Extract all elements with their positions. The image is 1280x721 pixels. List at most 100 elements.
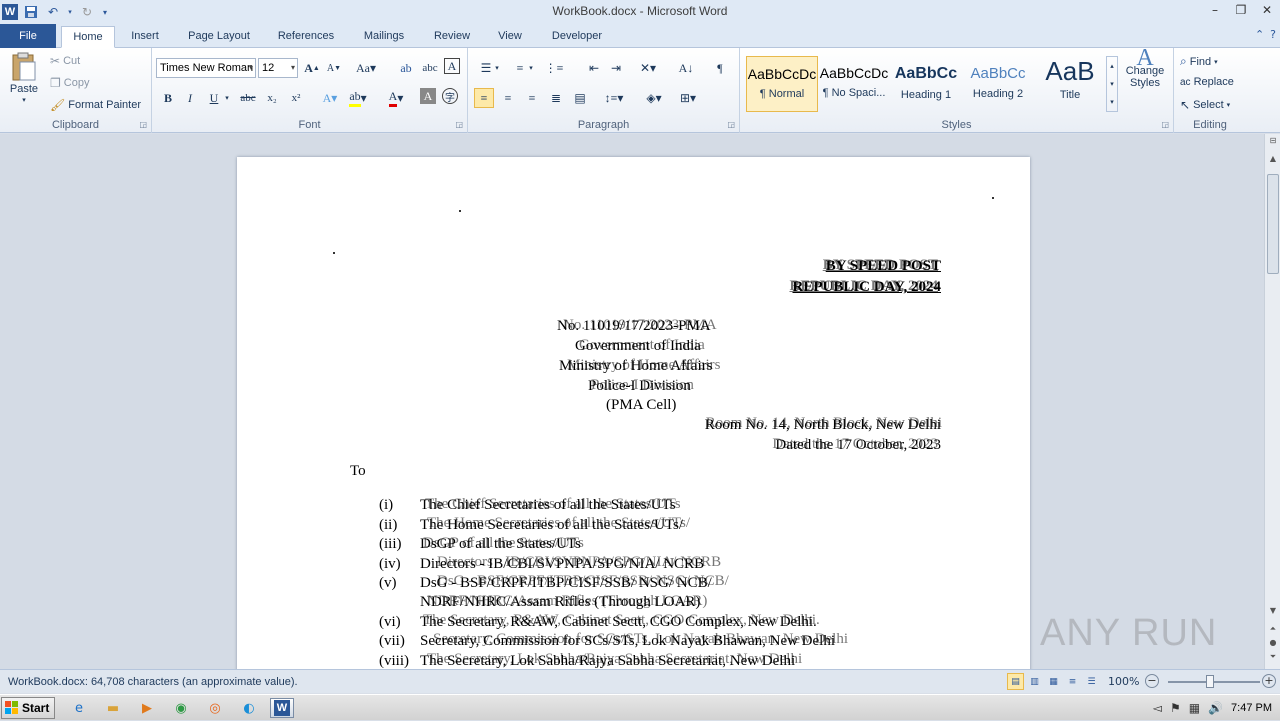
tab-developer[interactable]: Developer xyxy=(541,26,613,48)
tab-file[interactable]: File xyxy=(0,24,56,48)
tab-mailings[interactable]: Mailings xyxy=(352,26,416,48)
shrink-font-icon[interactable]: A ▼ xyxy=(324,58,344,78)
redo-icon[interactable]: ↻ xyxy=(78,3,96,21)
format-painter-button[interactable]: 🖌 Format Painter xyxy=(50,98,141,112)
asian-layout-icon[interactable]: ✕▾ xyxy=(638,58,658,78)
outline-icon[interactable]: ≡ xyxy=(1064,673,1081,690)
line-spacing-icon[interactable]: ↕≡▾ xyxy=(604,88,624,108)
highlight-icon[interactable]: ab ▾ xyxy=(348,88,368,108)
tab-view[interactable]: View xyxy=(488,26,532,48)
styles-launcher-icon[interactable]: ◲ xyxy=(1161,120,1169,129)
tab-home[interactable]: Home xyxy=(61,26,115,48)
font-color-icon[interactable]: A ▾ xyxy=(386,88,406,108)
cut-button[interactable]: ✂ Cut xyxy=(50,54,80,68)
increase-indent-icon[interactable]: ⇥ xyxy=(606,58,626,78)
select-browse-object-icon[interactable]: ● xyxy=(1265,638,1280,652)
tab-review[interactable]: Review xyxy=(425,26,479,48)
justify-icon[interactable]: ≣ xyxy=(546,88,566,108)
zoom-slider-thumb[interactable] xyxy=(1206,675,1214,688)
font-size-combo[interactable]: 12 ▾ xyxy=(258,58,298,78)
enclose-characters-icon[interactable]: 字 xyxy=(442,88,458,104)
text-effects-icon[interactable]: A▾ xyxy=(320,88,340,108)
help-icon[interactable]: ? xyxy=(1270,28,1276,41)
start-button[interactable]: Start xyxy=(1,697,55,719)
volume-icon[interactable]: 🔊 xyxy=(1208,701,1223,715)
vertical-scrollbar[interactable]: ⊟ ▲ ▼ ⏶ ● ⏷ xyxy=(1264,134,1280,669)
style-heading-2[interactable]: AaBbCc Heading 2 xyxy=(962,56,1034,112)
taskbar-word[interactable]: W xyxy=(270,698,294,718)
paragraph-launcher-icon[interactable]: ◲ xyxy=(727,120,735,129)
bold-icon[interactable]: B xyxy=(158,88,178,108)
decrease-indent-icon[interactable]: ⇤ xyxy=(584,58,604,78)
replace-button[interactable]: ac Replace xyxy=(1180,76,1234,88)
show-formatting-icon[interactable]: ¶ xyxy=(710,58,730,78)
style-heading-1[interactable]: AaBbCc Heading 1 xyxy=(890,56,962,112)
sort-icon[interactable]: A↓ xyxy=(676,58,696,78)
restore-button[interactable]: ❐ xyxy=(1228,0,1254,20)
align-right-icon[interactable]: ≡ xyxy=(522,88,542,108)
superscript-icon[interactable]: x² xyxy=(286,88,306,108)
underline-icon[interactable]: U xyxy=(204,88,224,108)
ruler-toggle-icon[interactable]: ⊟ xyxy=(1265,136,1280,150)
minimize-button[interactable]: – xyxy=(1202,0,1228,20)
document-area[interactable]: BY SPEED POST BY SPEED POST REPUBLIC DAY… xyxy=(0,134,1264,669)
scroll-down-icon[interactable]: ▼ xyxy=(1265,606,1280,620)
styles-scroll[interactable]: ▴ ▾ ▾ xyxy=(1106,56,1118,112)
clear-formatting-icon[interactable]: ab xyxy=(396,58,416,78)
italic-icon[interactable]: I xyxy=(180,88,200,108)
align-center-icon[interactable]: ≡ xyxy=(498,88,518,108)
save-icon[interactable] xyxy=(22,3,40,21)
shading-icon[interactable]: ◈▾ xyxy=(644,88,664,108)
notification-chevron-icon[interactable]: ◅ xyxy=(1153,701,1162,715)
style-no-spacing[interactable]: AaBbCcDc ¶ No Spaci... xyxy=(818,56,890,112)
change-case-icon[interactable]: Aa▾ xyxy=(356,58,376,78)
strikethrough-icon[interactable]: abc xyxy=(238,88,258,108)
paste-button[interactable]: Paste ▾ xyxy=(6,52,42,104)
style-normal[interactable]: AaBbCcDc ¶ Normal xyxy=(746,56,818,112)
change-styles-button[interactable]: A Change Styles xyxy=(1122,46,1168,89)
zoom-slider[interactable] xyxy=(1168,681,1260,683)
underline-dropdown-icon[interactable]: ▾ xyxy=(222,88,232,108)
action-center-flag-icon[interactable]: ⚑ xyxy=(1170,701,1181,715)
print-layout-icon[interactable]: ▤ xyxy=(1007,673,1024,690)
style-title[interactable]: AaB Title xyxy=(1034,56,1106,112)
draft-icon[interactable]: ☰ xyxy=(1083,673,1100,690)
full-screen-reading-icon[interactable]: ▥ xyxy=(1026,673,1043,690)
character-border-icon[interactable]: A xyxy=(444,58,460,74)
numbering-dropdown-icon[interactable]: ▾ xyxy=(526,58,536,78)
distributed-icon[interactable]: ▤ xyxy=(570,88,590,108)
previous-page-icon[interactable]: ⏶ xyxy=(1265,624,1280,638)
undo-icon[interactable]: ↶ xyxy=(44,3,62,21)
minimize-ribbon-icon[interactable]: ⌃ xyxy=(1255,28,1264,41)
find-button[interactable]: ⌕ Find ▾ xyxy=(1180,54,1218,69)
web-layout-icon[interactable]: ▦ xyxy=(1045,673,1062,690)
clipboard-launcher-icon[interactable]: ◲ xyxy=(139,120,147,129)
tab-references[interactable]: References xyxy=(269,26,343,48)
close-button[interactable]: ✕ xyxy=(1254,0,1280,20)
tab-insert[interactable]: Insert xyxy=(122,26,168,48)
subscript-icon[interactable]: x₂ xyxy=(262,88,282,108)
bullets-dropdown-icon[interactable]: ▾ xyxy=(492,58,502,78)
next-page-icon[interactable]: ⏷ xyxy=(1265,652,1280,666)
grow-font-icon[interactable]: A ▲ xyxy=(302,58,322,78)
scroll-thumb[interactable] xyxy=(1267,174,1279,274)
multilevel-list-icon[interactable]: ⋮≡ xyxy=(544,58,564,78)
zoom-out-icon[interactable]: − xyxy=(1145,674,1159,688)
character-shading-icon[interactable]: A xyxy=(420,88,436,104)
undo-dropdown-icon[interactable]: ▾ xyxy=(66,3,74,21)
font-name-combo[interactable]: Times New Roman ▾ xyxy=(156,58,256,78)
font-launcher-icon[interactable]: ◲ xyxy=(455,120,463,129)
file-explorer-icon[interactable]: ▬ xyxy=(102,698,124,718)
firefox-icon[interactable]: ◎ xyxy=(204,698,226,718)
copy-button[interactable]: ❐ Copy xyxy=(50,76,89,90)
zoom-level[interactable]: 100% xyxy=(1108,675,1139,688)
zoom-in-icon[interactable]: + xyxy=(1262,674,1276,688)
chrome-icon[interactable]: ◉ xyxy=(170,698,192,718)
align-left-icon[interactable]: ≡ xyxy=(474,88,494,108)
scroll-up-icon[interactable]: ▲ xyxy=(1265,154,1280,168)
select-button[interactable]: ↖ Select ▾ xyxy=(1180,98,1230,112)
network-icon[interactable]: ▦ xyxy=(1189,701,1200,715)
edge-icon[interactable]: ◐ xyxy=(238,698,260,718)
word-app-icon[interactable]: W xyxy=(2,4,18,20)
borders-icon[interactable]: ⊞▾ xyxy=(678,88,698,108)
